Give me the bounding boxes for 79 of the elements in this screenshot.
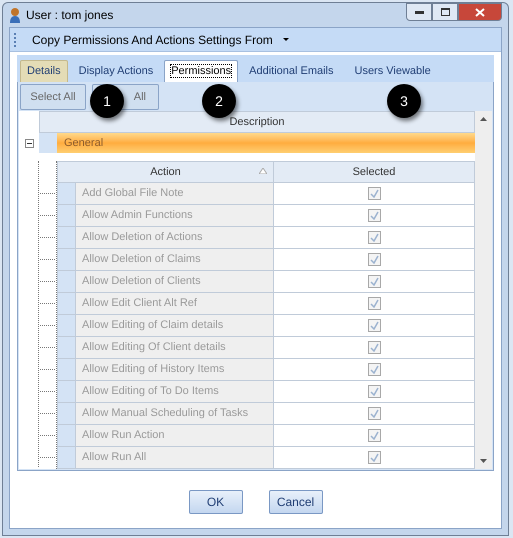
check-icon xyxy=(370,365,378,374)
table-cell: Allow Editing of To Do Items xyxy=(75,381,274,402)
check-icon xyxy=(370,453,378,462)
table-cell: Allow Editing of History Items xyxy=(75,359,274,380)
tab[interactable]: Permissions xyxy=(164,60,238,82)
checkbox[interactable] xyxy=(368,209,380,222)
tab[interactable]: Display Actions xyxy=(68,60,164,82)
checkbox[interactable] xyxy=(368,341,380,354)
column-header[interactable]: Action xyxy=(57,161,274,183)
checkbox[interactable] xyxy=(368,451,380,464)
minimize-icon xyxy=(414,10,424,14)
caret-icon xyxy=(282,38,289,41)
table-cell: Allow Editing Of Client details xyxy=(75,337,274,358)
minimize-button[interactable] xyxy=(406,3,432,21)
check-icon xyxy=(370,321,378,330)
row-header[interactable] xyxy=(57,315,75,336)
checkbox[interactable] xyxy=(368,275,380,288)
check-icon xyxy=(370,211,378,220)
step-number-badge: 2 xyxy=(202,84,236,118)
table-cell: Allow Admin Functions xyxy=(75,205,274,226)
row-header[interactable] xyxy=(57,249,75,270)
tab[interactable]: Additional Emails xyxy=(239,60,344,82)
checkbox[interactable] xyxy=(368,429,380,442)
check-icon xyxy=(370,233,378,242)
table-cell: Allow Deletion of Clients xyxy=(75,271,274,292)
sort-icon xyxy=(259,168,267,174)
checkbox[interactable] xyxy=(368,407,380,420)
check-icon xyxy=(370,299,378,308)
row-header[interactable] xyxy=(57,337,75,358)
table-cell: Allow Edit Client Alt Ref xyxy=(75,293,274,314)
checkbox[interactable] xyxy=(368,385,380,398)
row-header[interactable] xyxy=(57,271,75,292)
collapse-icon[interactable] xyxy=(24,138,34,148)
row-header[interactable] xyxy=(57,183,75,204)
table-cell: Allow Deletion of Claims xyxy=(75,249,274,270)
scroll-up-icon[interactable] xyxy=(480,117,487,121)
close-button[interactable] xyxy=(458,3,502,21)
check-icon xyxy=(370,189,378,198)
user-icon xyxy=(9,7,21,23)
check-icon xyxy=(370,387,378,396)
table-cell: Allow Editing of Claim details xyxy=(75,315,274,336)
check-icon xyxy=(370,277,378,286)
row-header[interactable] xyxy=(57,381,75,402)
cancel-button[interactable]: Cancel xyxy=(268,490,322,514)
select-all-button[interactable]: Select All xyxy=(20,84,86,110)
table-cell: Allow Manual Scheduling of Tasks xyxy=(75,403,274,424)
column-header[interactable]: Selected xyxy=(274,161,475,183)
row-header[interactable] xyxy=(57,425,75,446)
row-header[interactable] xyxy=(57,403,75,424)
table-cell: Allow Run Action xyxy=(75,425,274,446)
checkbox[interactable] xyxy=(368,319,380,332)
checkbox[interactable] xyxy=(368,187,380,200)
checkbox[interactable] xyxy=(368,231,380,244)
maximize-button[interactable] xyxy=(432,3,458,21)
close-icon xyxy=(475,8,485,16)
check-icon xyxy=(370,343,378,352)
scroll-down-icon[interactable] xyxy=(480,459,487,463)
check-icon xyxy=(370,409,378,418)
row-header[interactable] xyxy=(57,293,75,314)
checkbox[interactable] xyxy=(368,363,380,376)
checkbox[interactable] xyxy=(368,253,380,266)
maximize-icon xyxy=(440,8,450,16)
tab[interactable]: Details xyxy=(20,60,68,82)
row-header[interactable] xyxy=(57,227,75,248)
step-number-badge: 3 xyxy=(387,84,421,118)
row-header[interactable] xyxy=(57,359,75,380)
row-header[interactable] xyxy=(57,205,75,226)
check-icon xyxy=(370,255,378,264)
checkbox[interactable] xyxy=(368,297,380,310)
table-cell: Allow Deletion of Actions xyxy=(75,227,274,248)
column-header[interactable]: Description xyxy=(39,111,475,133)
check-icon xyxy=(370,431,378,440)
window-title: User : tom jones xyxy=(26,7,114,24)
tab[interactable]: Users Viewable xyxy=(344,60,441,82)
ok-button[interactable]: OK xyxy=(188,490,242,514)
table-cell: Allow Run All xyxy=(75,447,274,468)
table-cell: Add Global File Note xyxy=(75,183,274,204)
row-header[interactable] xyxy=(57,447,75,468)
copy-settings-menu[interactable]: Copy Permissions And Actions Settings From xyxy=(32,30,289,48)
